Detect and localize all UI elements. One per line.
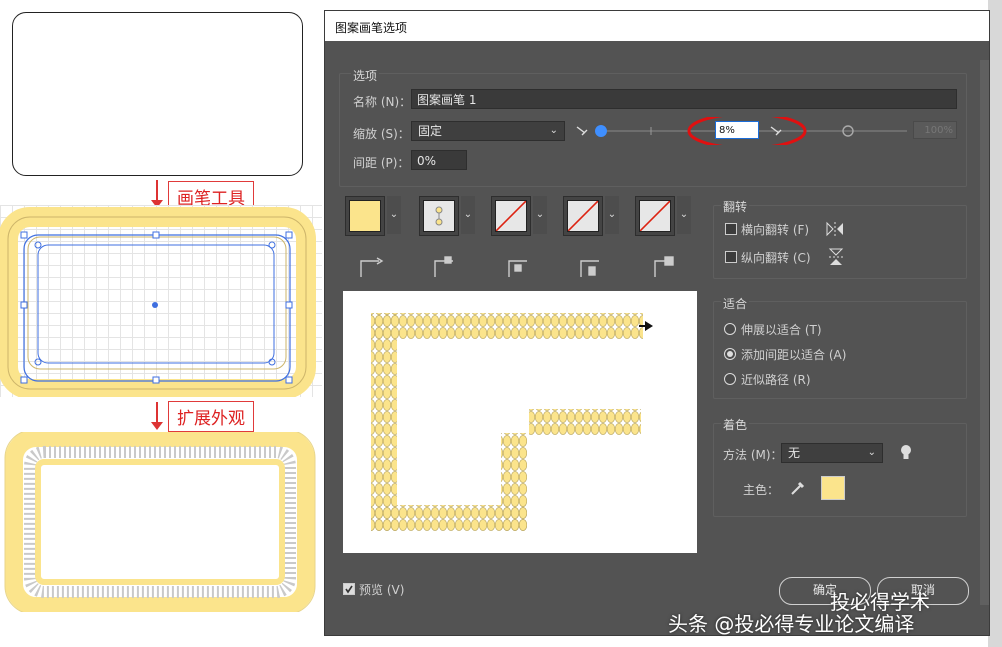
- scale-max-field[interactable]: 100%: [913, 121, 957, 139]
- arrow-down-icon: [151, 180, 163, 208]
- fit-stretch-radio[interactable]: [724, 323, 736, 335]
- end-tile-button[interactable]: [635, 196, 675, 236]
- chevron-down-icon[interactable]: ⌄: [677, 196, 691, 234]
- flip-horizontal-checkbox[interactable]: [725, 223, 737, 235]
- tile-type-icons: [360, 256, 674, 277]
- chevron-down-icon[interactable]: ⌄: [533, 196, 547, 234]
- fit-section-title: 适合: [721, 295, 750, 312]
- pen-scale-icon: [576, 126, 588, 136]
- outer-corner-icon: [434, 256, 453, 277]
- fit-add-space-radio[interactable]: [724, 348, 736, 360]
- dialog-titlebar: 图案画笔选项: [325, 11, 989, 41]
- brushed-rectangle-preview: [0, 207, 316, 397]
- original-rounded-rectangle: [12, 12, 303, 176]
- chevron-down-icon[interactable]: ⌄: [387, 196, 401, 234]
- scale-label: 缩放 (S)：: [353, 127, 410, 141]
- end-tile-icon: [654, 256, 674, 277]
- background-window-edge: [988, 0, 1002, 647]
- pattern-brush-options-dialog: 图案画笔选项 选项 名称 (N)： 图案画笔 1 缩放 (S)： 固定 ⌄ 8%…: [324, 10, 990, 636]
- name-label: 名称 (N)：: [353, 95, 412, 109]
- expanded-rectangle-preview: [4, 432, 316, 612]
- scale-select[interactable]: 固定 ⌄: [411, 121, 565, 141]
- chevron-down-icon[interactable]: ⌄: [605, 196, 619, 234]
- flip-vertical-icon: [828, 248, 844, 265]
- side-tile-button[interactable]: [345, 196, 385, 236]
- tips-lightbulb-icon[interactable]: [899, 444, 913, 462]
- method-label: 方法 (M)：: [723, 448, 783, 462]
- colorization-section-title: 着色: [721, 416, 750, 433]
- flip-vertical-checkbox[interactable]: [725, 251, 737, 263]
- fit-add-space-label: 添加间距以适合 (A): [741, 348, 847, 362]
- flip-vertical-label: 纵向翻转 (C): [741, 251, 811, 265]
- outer-corner-tile-button[interactable]: [419, 196, 459, 236]
- name-field[interactable]: 图案画笔 1: [411, 89, 957, 109]
- watermark-author: 头条 @投必得专业论文编译: [668, 612, 915, 636]
- flip-section-title: 翻转: [721, 198, 750, 215]
- arrow-down-icon: [151, 402, 163, 430]
- spacing-label: 间距 (P)：: [353, 156, 410, 170]
- colorization-panel: [713, 423, 967, 517]
- dialog-title: 图案画笔选项: [335, 21, 408, 35]
- scale-min-field[interactable]: 8%: [715, 121, 759, 139]
- preview-label: 预览 (V): [359, 583, 405, 597]
- side-tile-icon: [360, 257, 384, 277]
- scale-select-value: 固定: [418, 124, 443, 138]
- method-select[interactable]: 无 ⌄: [781, 443, 883, 463]
- method-select-value: 无: [788, 446, 801, 460]
- fit-stretch-label: 伸展以适合 (T): [741, 323, 822, 337]
- background-window-strip: [980, 60, 989, 605]
- chevron-down-icon: ⌄: [549, 125, 558, 136]
- flip-panel: [713, 205, 967, 279]
- eyedropper-icon[interactable]: [789, 479, 807, 497]
- flip-horizontal-label: 横向翻转 (F): [741, 223, 810, 237]
- spacing-field[interactable]: 0%: [411, 150, 467, 170]
- chevron-down-icon: ⌄: [867, 447, 876, 458]
- flip-horizontal-icon: [826, 221, 843, 237]
- inner-corner-icon: [508, 260, 527, 277]
- chevron-down-icon[interactable]: ⌄: [461, 196, 475, 234]
- start-tile-button[interactable]: [563, 196, 603, 236]
- brush-preview-canvas: [343, 291, 697, 553]
- fit-approx-label: 近似路径 (R): [741, 373, 811, 387]
- key-color-swatch[interactable]: [821, 476, 845, 500]
- key-color-label: 主色：: [743, 483, 780, 497]
- inner-corner-tile-button[interactable]: [491, 196, 531, 236]
- start-tile-icon: [580, 260, 599, 277]
- step-label-expand-appearance: 扩展外观: [168, 401, 254, 432]
- scale-slider[interactable]: [573, 117, 965, 145]
- fit-approx-radio[interactable]: [724, 373, 736, 385]
- options-section-title: 选项: [351, 67, 380, 84]
- preview-checkbox[interactable]: [343, 583, 355, 595]
